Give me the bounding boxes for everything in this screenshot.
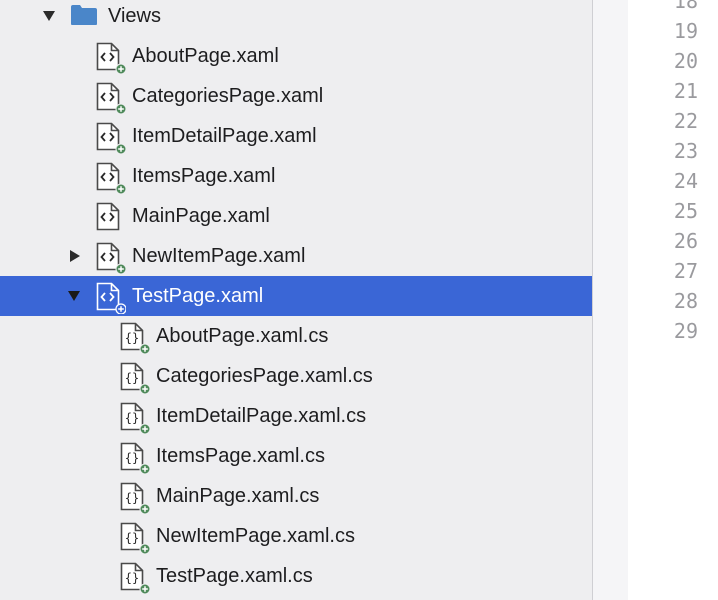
csharp-file-icon: {} xyxy=(120,362,150,394)
xaml-file-icon xyxy=(96,82,126,114)
csharp-file-icon: {} xyxy=(120,442,150,474)
file-label: MainPage.xaml xyxy=(132,205,270,227)
csharp-file-icon: {} xyxy=(120,402,150,434)
xaml-file-icon xyxy=(96,202,120,231)
svg-text:{}: {} xyxy=(125,531,139,545)
file-label: ItemDetailPage.xaml xyxy=(132,125,317,147)
disclosure-expanded-icon[interactable] xyxy=(43,11,55,21)
tree-item-aboutpage-xaml[interactable]: AboutPage.xaml xyxy=(0,36,592,76)
svg-text:{}: {} xyxy=(125,491,139,505)
tree-item-itemspage-xaml-cs[interactable]: {} ItemsPage.xaml.cs xyxy=(0,436,592,476)
line-number: 18 xyxy=(673,0,698,13)
tree-item-newitempage-xaml-cs[interactable]: {} NewItemPage.xaml.cs xyxy=(0,516,592,556)
disclosure-collapsed-icon[interactable] xyxy=(70,250,80,262)
line-number: 23 xyxy=(673,139,698,163)
tree-item-testpage-xaml-selected[interactable]: TestPage.xaml xyxy=(0,276,592,316)
file-label: TestPage.xaml.cs xyxy=(156,565,313,587)
file-label: AboutPage.xaml.cs xyxy=(156,325,329,347)
file-label: MainPage.xaml.cs xyxy=(156,485,320,507)
file-label: TestPage.xaml xyxy=(132,285,264,307)
csharp-file-icon: {} xyxy=(120,562,150,594)
tree-item-categoriespage-xaml-cs[interactable]: {} CategoriesPage.xaml.cs xyxy=(0,356,592,396)
solution-explorer-panel: Views AboutPage.xaml CategoriesPage.xaml xyxy=(0,0,592,600)
line-number: 26 xyxy=(673,229,698,253)
file-label: NewItemPage.xaml.cs xyxy=(156,525,355,547)
tree-item-itemdetailpage-xaml-cs[interactable]: {} ItemDetailPage.xaml.cs xyxy=(0,396,592,436)
file-label: ItemsPage.xaml.cs xyxy=(156,445,325,467)
file-label: ItemsPage.xaml xyxy=(132,165,276,187)
xaml-file-icon xyxy=(96,162,126,194)
line-number: 24 xyxy=(673,169,698,193)
file-label: AboutPage.xaml xyxy=(132,45,279,67)
tree-item-testpage-xaml-cs[interactable]: {} TestPage.xaml.cs xyxy=(0,556,592,596)
tree-item-mainpage-xaml-cs[interactable]: {} MainPage.xaml.cs xyxy=(0,476,592,516)
line-number: 20 xyxy=(673,49,698,73)
line-number: 28 xyxy=(673,289,698,313)
file-label: CategoriesPage.xaml xyxy=(132,85,324,107)
folder-label: Views xyxy=(108,5,161,27)
svg-text:{}: {} xyxy=(125,331,139,345)
csharp-file-icon: {} xyxy=(120,522,150,554)
tree-item-aboutpage-xaml-cs[interactable]: {} AboutPage.xaml.cs xyxy=(0,316,592,356)
code-editor[interactable]: 18 19 20 21 22 23 24 25 26 27 28 29 xyxy=(628,0,718,600)
svg-text:{}: {} xyxy=(125,571,139,585)
line-number: 21 xyxy=(673,79,698,103)
file-label: CategoriesPage.xaml.cs xyxy=(156,365,373,387)
tree-folder-views[interactable]: Views xyxy=(0,0,592,36)
tree-item-mainpage-xaml[interactable]: MainPage.xaml xyxy=(0,196,592,236)
file-label: ItemDetailPage.xaml.cs xyxy=(156,405,367,427)
tree-item-itemspage-xaml[interactable]: ItemsPage.xaml xyxy=(0,156,592,196)
tree-item-itemdetailpage-xaml[interactable]: ItemDetailPage.xaml xyxy=(0,116,592,156)
editor-gutter xyxy=(593,0,628,600)
csharp-file-icon: {} xyxy=(120,482,150,514)
folder-icon xyxy=(71,5,97,25)
xaml-file-icon xyxy=(96,282,126,314)
file-label: NewItemPage.xaml xyxy=(132,245,306,267)
svg-text:{}: {} xyxy=(125,451,139,465)
tree-item-categoriespage-xaml[interactable]: CategoriesPage.xaml xyxy=(0,76,592,116)
csharp-file-icon: {} xyxy=(120,322,150,354)
svg-text:{}: {} xyxy=(125,371,139,385)
xaml-file-icon xyxy=(96,122,126,154)
line-number: 27 xyxy=(673,259,698,283)
tree-item-newitempage-xaml[interactable]: NewItemPage.xaml xyxy=(0,236,592,276)
line-number: 29 xyxy=(673,319,698,343)
svg-text:{}: {} xyxy=(125,411,139,425)
disclosure-expanded-icon[interactable] xyxy=(68,291,80,301)
line-number: 25 xyxy=(673,199,698,223)
line-number: 19 xyxy=(673,19,698,43)
line-number: 22 xyxy=(673,109,698,133)
xaml-file-icon xyxy=(96,42,126,74)
xaml-file-icon xyxy=(96,242,126,274)
